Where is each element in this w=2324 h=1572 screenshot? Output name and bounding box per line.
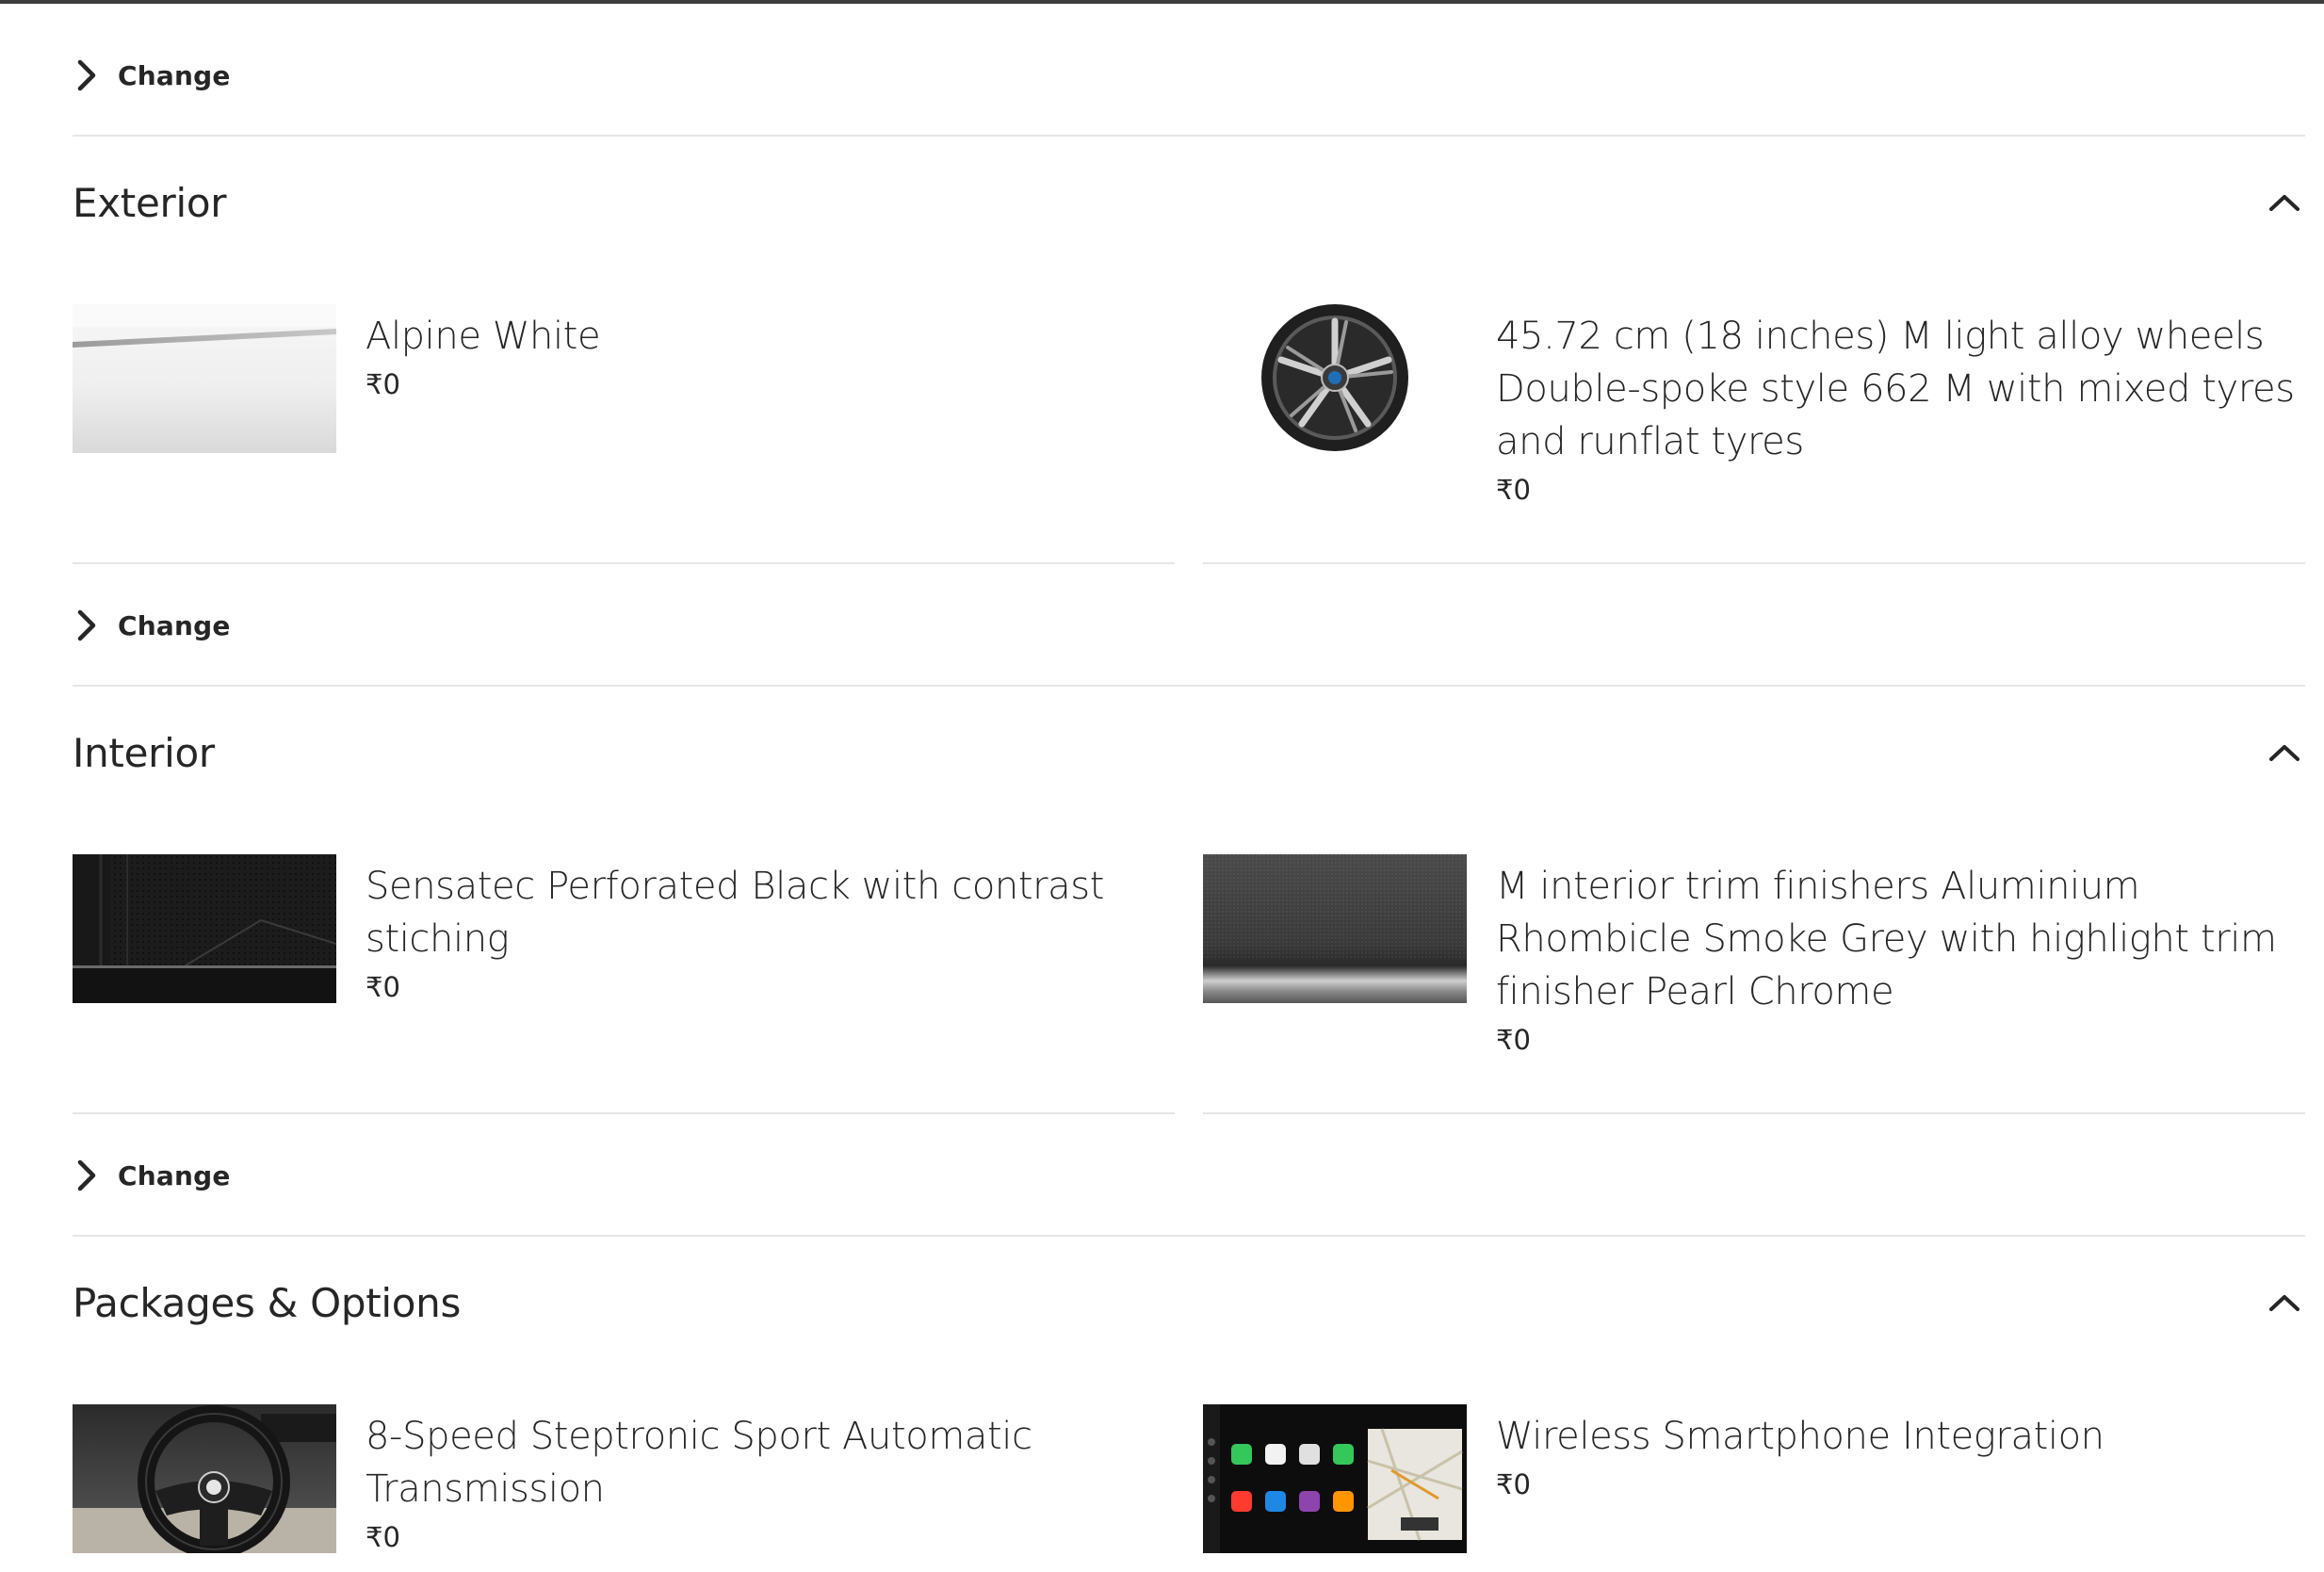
section-title-packages: Packages & Options xyxy=(73,1279,462,1326)
chevron-right-icon xyxy=(77,1159,96,1191)
chevron-up-icon xyxy=(2269,745,2300,761)
divider xyxy=(1203,562,2305,564)
top-divider xyxy=(0,0,2324,4)
collapse-interior-button[interactable] xyxy=(2264,732,2305,773)
option-item-trim[interactable]: M interior trim finishers Aluminium Rhom… xyxy=(1203,854,2305,1060)
change-toggle-model[interactable]: Change xyxy=(73,47,231,104)
option-name: Wireless Smartphone Integration xyxy=(1496,1415,2105,1458)
section-header-exterior: Exterior xyxy=(73,170,2305,235)
option-price: ₹0 xyxy=(366,1521,400,1553)
change-toggle-interior[interactable]: Change xyxy=(73,1147,231,1204)
divider xyxy=(73,685,2305,687)
option-name: Sensatec Perforated Black with contrast … xyxy=(366,865,1105,961)
section-title-interior: Interior xyxy=(73,729,215,776)
option-name: 45.72 cm (18 inches) M light alloy wheel… xyxy=(1496,315,2295,463)
option-price: ₹0 xyxy=(1496,1024,1531,1056)
option-item-transmission[interactable]: 8-Speed Steptronic Sport Automatic Trans… xyxy=(73,1404,1175,1557)
option-name: Alpine White xyxy=(366,315,601,358)
divider xyxy=(73,1235,2305,1237)
option-name: 8-Speed Steptronic Sport Automatic Trans… xyxy=(366,1415,1032,1511)
trim-image xyxy=(1203,854,1467,1003)
chevron-up-icon xyxy=(2269,195,2300,211)
change-label: Change xyxy=(118,609,231,641)
smartphone-integration-image xyxy=(1203,1404,1467,1553)
option-price: ₹0 xyxy=(366,368,400,400)
change-toggle-exterior[interactable]: Change xyxy=(73,597,231,654)
upholstery-image xyxy=(73,854,336,1003)
divider xyxy=(73,562,1175,564)
paint-swatch-image xyxy=(73,304,336,453)
divider xyxy=(73,135,2305,137)
collapse-packages-button[interactable] xyxy=(2264,1282,2305,1323)
option-price: ₹0 xyxy=(1496,474,1531,506)
chevron-right-icon xyxy=(77,59,96,91)
divider xyxy=(73,1112,1175,1114)
chevron-right-icon xyxy=(77,609,96,641)
section-header-packages: Packages & Options xyxy=(73,1270,2305,1336)
option-name: M interior trim finishers Aluminium Rhom… xyxy=(1496,865,2277,1013)
option-item-smartphone[interactable]: Wireless Smartphone Integration ₹0 xyxy=(1203,1404,2305,1553)
wheel-image xyxy=(1203,304,1467,453)
collapse-exterior-button[interactable] xyxy=(2264,182,2305,223)
change-label: Change xyxy=(118,1159,231,1191)
change-label: Change xyxy=(118,59,231,91)
section-header-interior: Interior xyxy=(73,720,2305,786)
option-item-wheels[interactable]: 45.72 cm (18 inches) M light alloy wheel… xyxy=(1203,304,2305,510)
steering-wheel-image xyxy=(73,1404,336,1553)
option-item-upholstery[interactable]: Sensatec Perforated Black with contrast … xyxy=(73,854,1175,1007)
chevron-up-icon xyxy=(2269,1295,2300,1311)
section-title-exterior: Exterior xyxy=(73,179,227,226)
option-item-paint[interactable]: Alpine White ₹0 xyxy=(73,304,1175,453)
divider xyxy=(1203,1112,2305,1114)
option-price: ₹0 xyxy=(366,971,400,1003)
option-price: ₹0 xyxy=(1496,1468,1531,1500)
